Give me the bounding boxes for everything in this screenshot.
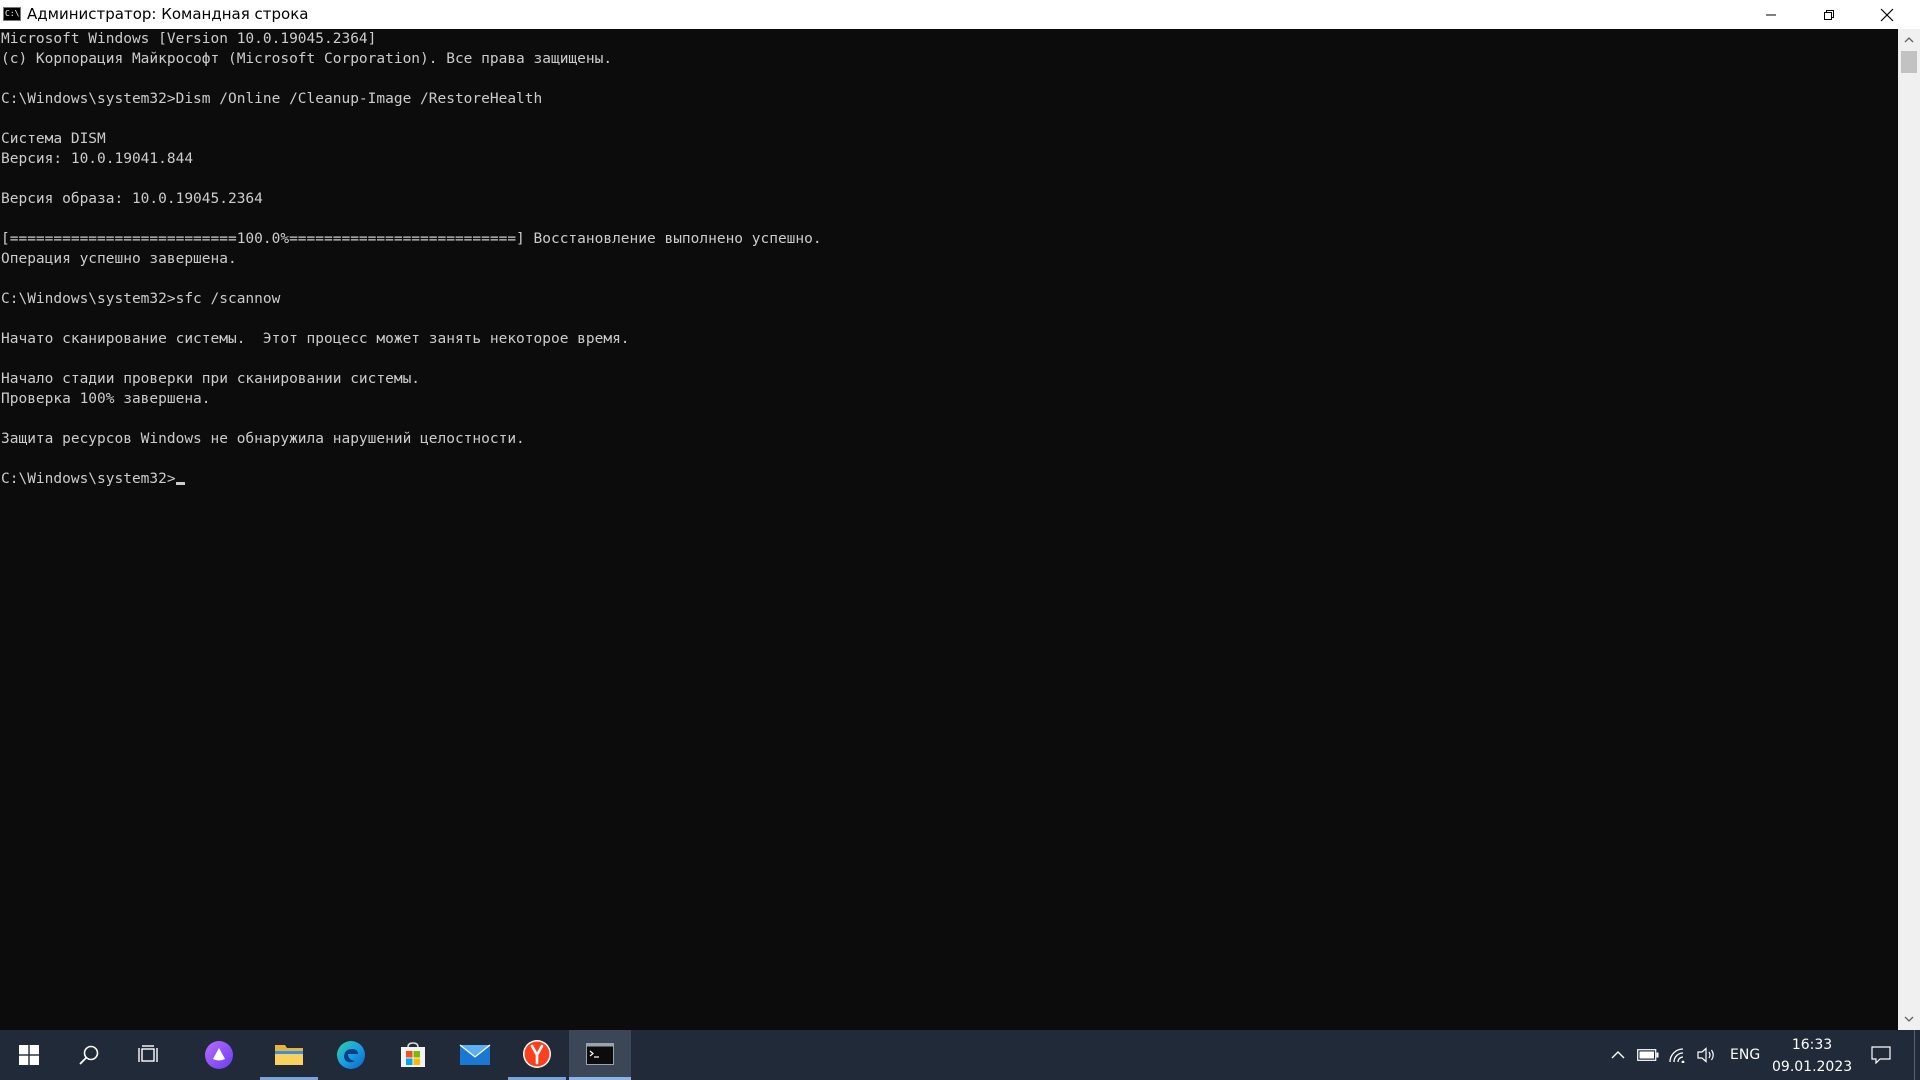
console-line: Операция успешно завершена. — [1, 251, 237, 267]
input-language-indicator[interactable]: ENG — [1730, 1030, 1760, 1080]
vertical-scrollbar[interactable] — [1898, 29, 1920, 1030]
console-prompt: C:\Windows\system32> — [1, 471, 176, 487]
clock[interactable]: 16:33 09.01.2023 — [1772, 1030, 1852, 1080]
store-icon — [401, 1042, 425, 1067]
alice-assistant-icon — [205, 1041, 233, 1069]
start-button[interactable] — [0, 1030, 58, 1080]
search-button[interactable] — [60, 1030, 118, 1080]
close-button[interactable] — [1858, 0, 1916, 29]
console-line: Cистема DISM — [1, 131, 106, 147]
minimize-button[interactable] — [1742, 0, 1800, 29]
volume-button[interactable] — [1692, 1030, 1720, 1080]
scrollbar-thumb[interactable] — [1901, 51, 1917, 73]
cmd-app-icon[interactable]: C:\ — [3, 7, 21, 21]
chevron-down-icon — [1904, 1016, 1914, 1022]
chevron-up-icon — [1611, 1051, 1625, 1059]
mail-button[interactable] — [446, 1030, 504, 1080]
console-lines: Microsoft Windows [Version 10.0.19045.23… — [1, 31, 822, 447]
network-button[interactable] — [1664, 1030, 1692, 1080]
windows-logo-icon — [19, 1045, 39, 1065]
show-desktop-button[interactable] — [1915, 1030, 1920, 1080]
console-line: Проверка 100% завершена. — [1, 391, 211, 407]
mail-icon — [459, 1044, 491, 1065]
speaker-icon — [1697, 1047, 1714, 1063]
restore-button[interactable] — [1800, 0, 1858, 29]
edge-button[interactable] — [322, 1030, 380, 1080]
minimize-icon — [1766, 14, 1776, 15]
close-icon — [1880, 8, 1894, 21]
chevron-up-icon — [1904, 37, 1914, 43]
battery-button[interactable] — [1634, 1030, 1662, 1080]
battery-icon — [1637, 1049, 1659, 1061]
console-text: Microsoft Windows [Version 10.0.19045.23… — [0, 29, 1898, 489]
wifi-icon — [1669, 1048, 1685, 1063]
console-line: Microsoft Windows [Version 10.0.19045.23… — [1, 31, 377, 47]
show-hidden-icons-button[interactable] — [1604, 1030, 1632, 1080]
taskbar: ENG 16:33 09.01.2023 — [0, 1030, 1920, 1080]
scroll-down-button[interactable] — [1898, 1008, 1920, 1030]
clock-time: 16:33 — [1791, 1037, 1833, 1053]
notification-icon — [1871, 1046, 1891, 1064]
edge-icon — [337, 1041, 365, 1069]
folder-icon — [275, 1044, 303, 1065]
restore-icon — [1824, 9, 1834, 20]
console-line: [==========================100.0%=======… — [1, 231, 822, 247]
task-view-icon — [138, 1045, 158, 1062]
yandex-browser-button[interactable] — [508, 1030, 566, 1080]
console-line: Начато сканирование системы. Этот процес… — [1, 331, 630, 347]
window-title: Администратор: Командная строка — [27, 5, 309, 23]
console-line: (c) Корпорация Майкрософт (Microsoft Cor… — [1, 51, 613, 67]
alice-button[interactable] — [190, 1030, 248, 1080]
console-line: Начало стадии проверки при сканировании … — [1, 371, 421, 387]
cmd-button[interactable] — [569, 1030, 631, 1080]
console-line: C:\Windows\system32>Dism /Online /Cleanu… — [1, 91, 543, 107]
clock-date: 09.01.2023 — [1772, 1059, 1853, 1075]
search-icon — [79, 1045, 99, 1065]
cmd-icon — [586, 1042, 614, 1065]
console-line: Версия: 10.0.19041.844 — [1, 151, 194, 167]
text-cursor — [175, 482, 185, 485]
task-view-button[interactable] — [120, 1030, 178, 1080]
scroll-up-button[interactable] — [1898, 29, 1920, 51]
yandex-icon — [523, 1039, 551, 1068]
title-bar[interactable]: C:\ Администратор: Командная строка — [0, 0, 1920, 29]
console-line: Версия образа: 10.0.19045.2364 — [1, 191, 263, 207]
file-explorer-button[interactable] — [260, 1030, 318, 1080]
console-line: C:\Windows\system32>sfc /scannow — [1, 291, 281, 307]
console-line: Защита ресурсов Windows не обнаружила на… — [1, 431, 525, 447]
action-center-button[interactable] — [1866, 1030, 1896, 1080]
store-button[interactable] — [384, 1030, 442, 1080]
console-output[interactable]: Microsoft Windows [Version 10.0.19045.23… — [0, 29, 1898, 1030]
